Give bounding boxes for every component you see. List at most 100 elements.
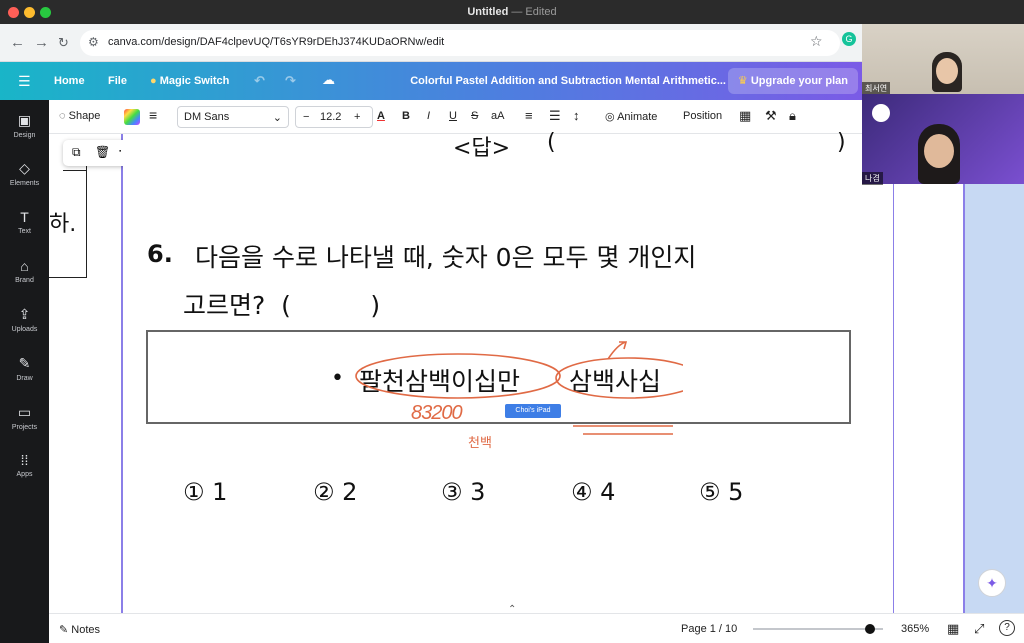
italic-icon[interactable]: I [427,110,430,122]
choice-1: ① 1 [183,478,228,506]
cloud-save-icon[interactable]: ☁ [322,72,335,88]
choice-3: ③ 3 [441,478,486,506]
shape-icon: ◌ [59,110,66,122]
next-page-edge [893,134,965,613]
delete-icon[interactable]: 🗑︎ [95,145,110,159]
lock-icon[interactable]: 🔒︎ [789,108,796,124]
reload-icon[interactable]: ↻ [58,35,69,51]
pen-annotations [355,341,683,435]
page-strip [965,184,1024,613]
magic-assistant-icon[interactable]: ✦ [978,569,1006,597]
grammarly-icon[interactable]: G [842,32,856,46]
uploads-icon: ⇪ [18,306,31,322]
font-size-stepper[interactable]: − 12.2 + [295,106,373,128]
back-icon[interactable]: ← [10,34,25,51]
answer-label: <답> [453,136,511,161]
page-indicator[interactable]: Page 1 / 10 [681,623,737,635]
design-icon: ▣ [17,112,32,128]
handwritten-number: 83200 [411,402,463,424]
sidebar-item-elements[interactable]: ◇ Elements [0,160,49,187]
canva-header: ☰ Home File ● Magic Switch ↶ ↷ ☁ Colorfu… [0,62,862,100]
sidebar-item-design[interactable]: ▣ Design [0,112,49,139]
forward-icon[interactable]: → [34,34,49,51]
file-menu[interactable]: File [108,75,127,87]
handwritten-note: 천백 [468,436,492,451]
choice-4: ④ 4 [571,478,616,506]
sidebar-item-text[interactable]: T Text [0,209,49,235]
crown-icon: ♛ [737,75,748,87]
home-button[interactable]: Home [54,75,85,87]
undo-icon[interactable]: ↶ [254,73,265,89]
sidebar-item-apps[interactable]: ⁞⁞ Apps [0,452,49,478]
zoom-level[interactable]: 365% [901,623,929,635]
zoom-slider[interactable] [753,624,883,634]
letter-case-icon[interactable]: aA [491,110,504,122]
collaborator-cursor-tag: Choi's iPad [505,404,561,418]
animate-button[interactable]: ◎ Animate [605,110,657,123]
text-color-icon[interactable]: A [377,110,385,122]
address-bar[interactable]: ⚙ canva.com/design/DAF4clpevUQ/T6sYR9rDE… [80,30,840,56]
elements-icon: ◇ [19,160,30,176]
brand-icon: ⌂ [20,258,29,274]
video-tile-2[interactable]: 나겸 [862,94,1024,185]
bold-icon[interactable]: B [402,110,410,122]
participant-face [936,58,958,84]
upgrade-button[interactable]: ♛ Upgrade your plan [727,68,858,94]
underline-icon[interactable]: U [449,110,457,122]
chevron-down-icon: ⌄ [272,112,282,124]
editor-toolbar: ◌ Shape ≡ DM Sans ⌄ − 12.2 + A B I U S a… [49,100,862,134]
question-line-1: 다음을 수로 나타낼 때, 숫자 0은 모두 몇 개인지 [195,243,697,272]
sidebar-item-projects[interactable]: ▭ Projects [0,404,49,431]
sidebar-item-draw[interactable]: ✎ Draw [0,355,49,382]
sidebar: ▣ Design ◇ Elements T Text ⌂ Brand ⇪ Uploads … [0,100,49,643]
position-button[interactable]: Position [683,110,722,122]
notes-button[interactable]: ✎ Notes [59,623,100,636]
design-page[interactable]: <답> ( ) 6. 다음을 수로 나타낼 때, 숫자 0은 모두 몇 개인지 … [123,130,893,615]
redo-icon[interactable]: ↷ [285,73,296,89]
magic-switch-button[interactable]: ● Magic Switch [150,75,229,87]
participant-face [924,134,954,168]
strikethrough-icon[interactable]: S [471,110,478,122]
choice-2: ② 2 [313,478,358,506]
question-number: 6. [147,240,173,268]
border-style-icon[interactable]: ≡ [149,107,157,123]
draw-icon: ✎ [18,355,31,371]
video-tile-1[interactable]: 최서연 [862,24,1024,95]
text-icon: T [20,209,29,225]
zoom-slider-handle[interactable] [865,624,875,634]
previous-page-edge: 하. [49,134,123,613]
answer-paren-open: ( [547,130,556,155]
help-icon[interactable]: ? [999,620,1015,636]
window-title: Untitled — Edited [467,6,557,18]
sidebar-item-uploads[interactable]: ⇪ Uploads [0,306,49,333]
window-titlebar: Untitled — Edited [0,0,1024,24]
color-swatch-button[interactable] [124,109,140,125]
magic-switch-icon: ● [150,75,157,87]
increase-size-button[interactable]: + [354,111,360,123]
text-fragment: 하. [49,212,77,237]
list-icon[interactable]: ☰ [549,108,561,124]
paint-roller-icon[interactable]: ⚒ [765,108,777,124]
decrease-size-button[interactable]: − [303,111,309,123]
bookmark-star-icon[interactable]: ☆ [810,33,823,50]
projects-icon: ▭ [17,404,32,420]
spacing-icon[interactable]: ↕ [573,108,580,123]
align-icon[interactable]: ≡ [525,108,533,123]
transparency-icon[interactable]: ▦ [739,108,751,124]
answer-paren-close: ) [837,130,846,155]
font-select[interactable]: DM Sans ⌄ [177,106,289,128]
shape-button[interactable]: ◌ Shape [59,110,100,122]
animate-icon: ◎ [605,111,615,123]
grid-view-icon[interactable]: ▦ [947,621,959,637]
fullscreen-icon[interactable]: ⤢ [974,621,984,637]
participant-name: 나겸 [862,172,883,185]
duplicate-icon[interactable]: ⧉ [72,145,81,160]
site-settings-icon[interactable]: ⚙ [88,35,99,49]
url-text: canva.com/design/DAF4clpevUQ/T6sYR9rDEhJ… [108,36,445,48]
design-title[interactable]: Colorful Pastel Addition and Subtraction… [410,75,726,87]
app-logo-icon [872,104,890,122]
menu-icon[interactable]: ☰ [18,73,31,90]
font-size-value[interactable]: 12.2 [320,111,341,123]
choice-5: ⑤ 5 [699,478,744,506]
sidebar-item-brand[interactable]: ⌂ Brand [0,258,49,284]
